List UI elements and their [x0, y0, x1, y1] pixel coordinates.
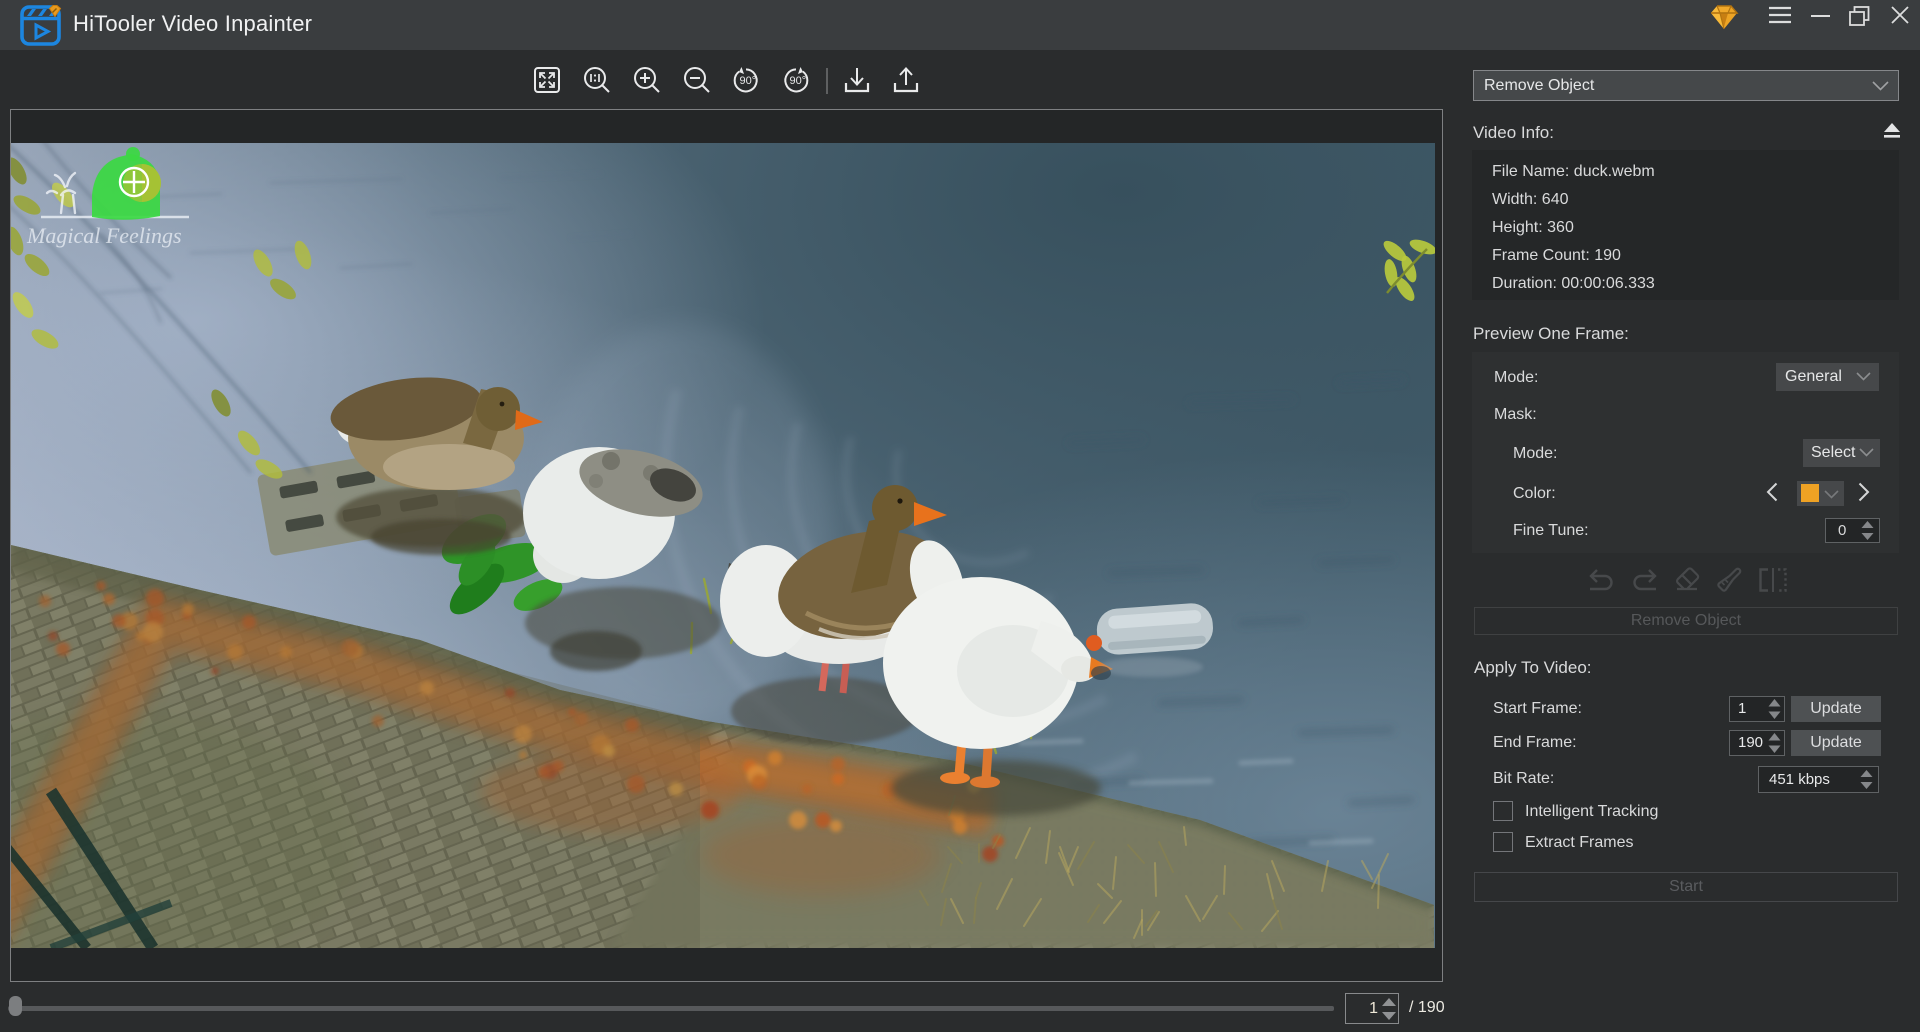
svg-text:90°: 90°	[790, 75, 807, 87]
svg-text:Magical Feelings: Magical Feelings	[26, 223, 182, 248]
svg-text:90°: 90°	[740, 75, 757, 87]
